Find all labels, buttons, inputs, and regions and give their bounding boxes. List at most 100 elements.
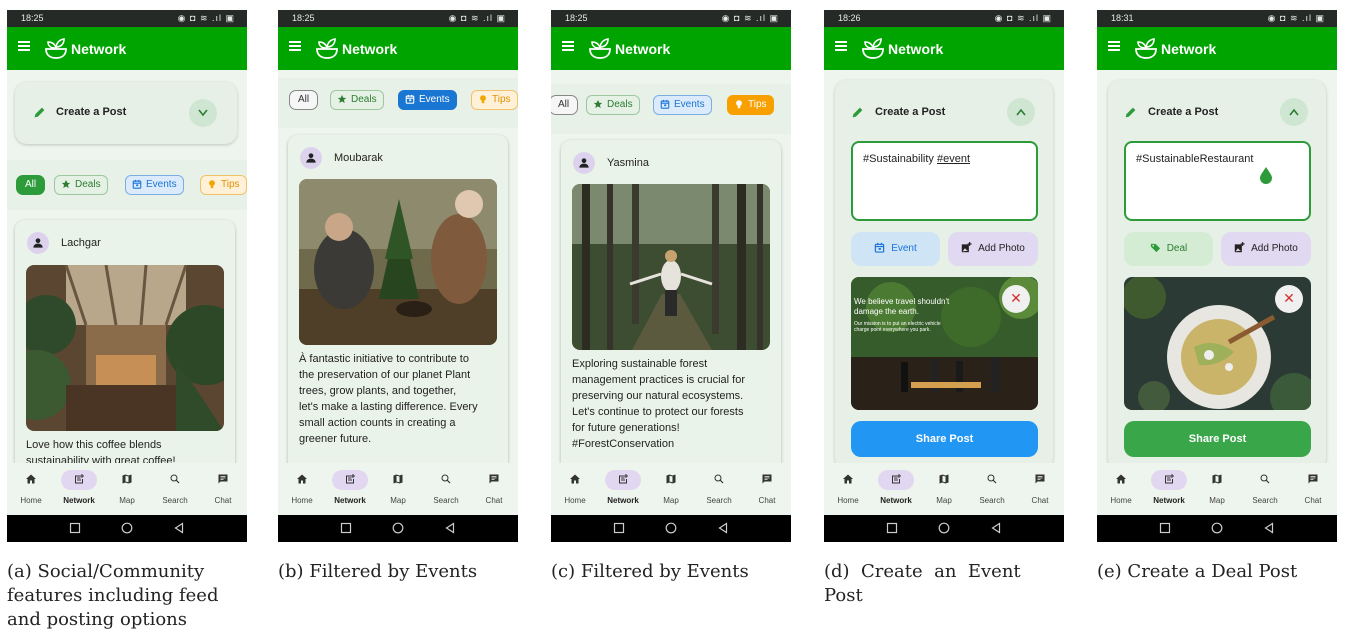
- nav-network[interactable]: Network: [872, 467, 920, 511]
- map-icon: [1211, 473, 1223, 485]
- post-text-input[interactable]: #SustainableRestaurant: [1124, 141, 1311, 221]
- search-icon: [1259, 473, 1271, 485]
- filter-chip-tips[interactable]: Tips: [727, 95, 774, 115]
- star-icon: [337, 94, 347, 104]
- star-icon: [593, 99, 603, 109]
- nav-search[interactable]: Search: [1241, 467, 1289, 511]
- menu-icon[interactable]: [289, 41, 301, 51]
- nav-chat[interactable]: Chat: [743, 467, 791, 511]
- caption-line: (e) Create a Deal Post: [1097, 561, 1298, 582]
- nav-home[interactable]: Home: [1097, 467, 1145, 511]
- network-post-icon: [1163, 473, 1175, 485]
- post-text-line: management practices is crucial for: [572, 374, 746, 386]
- expand-toggle-button[interactable]: [189, 99, 217, 127]
- nav-network[interactable]: Network: [599, 467, 647, 511]
- nav-chat[interactable]: Chat: [1016, 467, 1064, 511]
- nav-map[interactable]: Map: [647, 467, 695, 511]
- nav-home[interactable]: Home: [551, 467, 599, 511]
- event-type-button[interactable]: Event: [851, 232, 940, 266]
- filter-chip-deals[interactable]: Deals: [586, 95, 640, 115]
- system-nav-bar: [7, 515, 247, 542]
- menu-icon[interactable]: [18, 41, 30, 51]
- recents-icon[interactable]: [1159, 522, 1171, 534]
- filter-chip-events[interactable]: Events: [125, 175, 184, 195]
- nav-home[interactable]: Home: [278, 467, 326, 511]
- filter-chip-all[interactable]: All: [289, 90, 319, 110]
- status-bar: 18:25 ◉ ◘ ≋ .ıl ▣: [7, 10, 247, 27]
- filter-chip-deals[interactable]: Deals: [54, 175, 108, 195]
- nav-map[interactable]: Map: [920, 467, 968, 511]
- filter-chip-all[interactable]: All: [16, 175, 46, 195]
- filter-chip-tips[interactable]: Tips: [200, 175, 247, 195]
- nav-home[interactable]: Home: [824, 467, 872, 511]
- app-bar: Network: [1097, 27, 1337, 70]
- nav-home[interactable]: Home: [7, 467, 55, 511]
- back-icon[interactable]: [717, 522, 729, 534]
- remove-photo-button[interactable]: ✕: [1275, 285, 1303, 313]
- status-icons: ◉ ◘ ≋ .ıl ▣: [721, 13, 779, 23]
- home-icon: [842, 473, 854, 485]
- filter-chip-events[interactable]: Events: [653, 95, 712, 115]
- menu-icon[interactable]: [1108, 41, 1120, 51]
- nav-chat[interactable]: Chat: [1289, 467, 1337, 511]
- nav-label: Search: [433, 496, 459, 505]
- text-cursor-handle-icon[interactable]: [1259, 166, 1273, 184]
- share-post-button[interactable]: Share Post: [1124, 421, 1311, 457]
- input-text: #Sustainability: [863, 153, 934, 165]
- nav-map[interactable]: Map: [103, 467, 151, 511]
- home-circle-icon[interactable]: [1211, 522, 1223, 534]
- nav-search[interactable]: Search: [968, 467, 1016, 511]
- nav-network[interactable]: Network: [1145, 467, 1193, 511]
- person-icon: [31, 236, 45, 250]
- nav-map[interactable]: Map: [374, 467, 422, 511]
- nav-map[interactable]: Map: [1193, 467, 1241, 511]
- recents-icon[interactable]: [886, 522, 898, 534]
- nav-chat[interactable]: Chat: [199, 467, 247, 511]
- nav-network[interactable]: Network: [326, 467, 374, 511]
- post-text-input[interactable]: #Sustainability #event: [851, 141, 1038, 221]
- menu-icon[interactable]: [835, 41, 847, 51]
- nav-network[interactable]: Network: [55, 467, 103, 511]
- filter-chip-events-label: Events: [146, 179, 177, 190]
- remove-photo-button[interactable]: ✕: [1002, 285, 1030, 313]
- back-icon[interactable]: [444, 522, 456, 534]
- home-circle-icon[interactable]: [121, 522, 133, 534]
- home-icon: [296, 473, 308, 485]
- chat-icon: [488, 473, 500, 485]
- home-circle-icon[interactable]: [665, 522, 677, 534]
- home-circle-icon[interactable]: [938, 522, 950, 534]
- home-circle-icon[interactable]: [392, 522, 404, 534]
- pencil-icon: [1124, 106, 1137, 119]
- nav-search[interactable]: Search: [695, 467, 743, 511]
- filter-chip-tips-label: Tips: [492, 94, 511, 105]
- filter-chip-tips[interactable]: Tips: [471, 90, 518, 110]
- filter-chip-events[interactable]: Events: [398, 90, 457, 110]
- create-post-panel[interactable]: Create a Post: [15, 82, 237, 144]
- collapse-toggle-button[interactable]: [1280, 98, 1308, 126]
- collapse-toggle-button[interactable]: [1007, 98, 1035, 126]
- nav-search[interactable]: Search: [151, 467, 199, 511]
- recents-icon[interactable]: [613, 522, 625, 534]
- add-photo-button[interactable]: Add Photo: [1221, 232, 1311, 266]
- filter-chip-deals[interactable]: Deals: [330, 90, 384, 110]
- post-text-line: À fantastic initiative to contribute to: [299, 353, 469, 365]
- search-icon: [440, 473, 452, 485]
- post-text-line: Love how this coffee blends: [26, 439, 162, 451]
- status-bar: 18:31 ◉ ◘ ≋ .ıl ▣: [1097, 10, 1337, 27]
- back-icon[interactable]: [1263, 522, 1275, 534]
- deal-type-button[interactable]: Deal: [1124, 232, 1213, 266]
- person-icon: [577, 156, 591, 170]
- back-icon[interactable]: [173, 522, 185, 534]
- nav-label: Search: [1252, 496, 1278, 505]
- nav-chat[interactable]: Chat: [470, 467, 518, 511]
- post-photo-forest: [572, 184, 770, 350]
- recents-icon[interactable]: [69, 522, 81, 534]
- deal-type-label: Deal: [1166, 243, 1188, 254]
- recents-icon[interactable]: [340, 522, 352, 534]
- share-post-button[interactable]: Share Post: [851, 421, 1038, 457]
- filter-chip-all[interactable]: All: [551, 95, 579, 115]
- nav-search[interactable]: Search: [422, 467, 470, 511]
- back-icon[interactable]: [990, 522, 1002, 534]
- add-photo-button[interactable]: Add Photo: [948, 232, 1038, 266]
- menu-icon[interactable]: [562, 41, 574, 51]
